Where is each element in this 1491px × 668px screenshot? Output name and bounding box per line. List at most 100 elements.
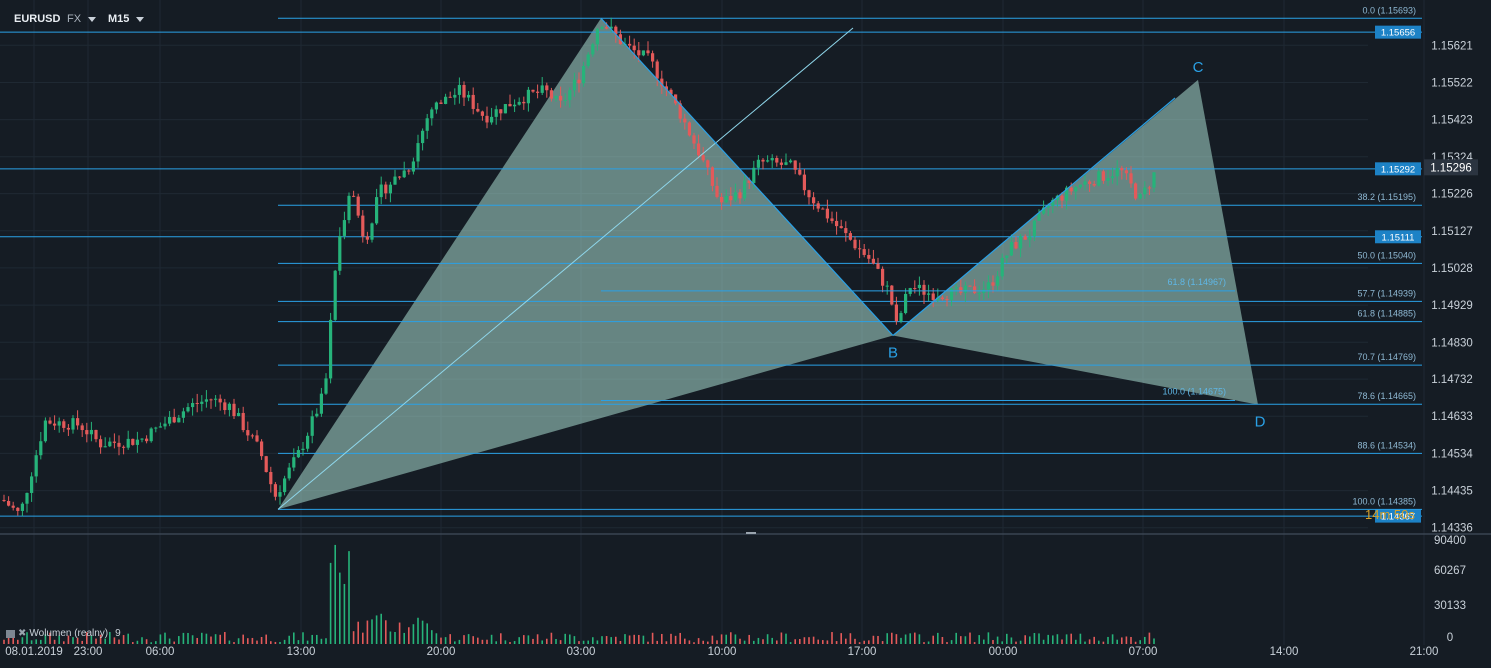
- market-selector[interactable]: FX: [67, 10, 97, 28]
- volume-bar: [178, 636, 180, 644]
- candle-body: [99, 439, 103, 448]
- current-price-value: 1.15296: [1430, 162, 1472, 174]
- volume-bar: [63, 641, 65, 644]
- candle-countdown: 14m 50s: [1365, 507, 1415, 522]
- volume-bar: [145, 639, 148, 644]
- candle-body: [11, 505, 15, 508]
- candle-body: [457, 84, 461, 95]
- candle-body: [770, 158, 774, 161]
- volume-bar: [624, 634, 626, 644]
- candle-body: [1111, 176, 1115, 179]
- volume-bar: [702, 640, 704, 644]
- candle-body: [1134, 183, 1138, 199]
- candle-body: [743, 180, 747, 199]
- candle-body: [76, 418, 80, 426]
- time-tick-label: 00:00: [989, 646, 1018, 658]
- volume-bar: [785, 633, 787, 644]
- volume-bar: [1052, 635, 1054, 644]
- volume-bar: [136, 640, 139, 644]
- candle-body: [526, 89, 530, 104]
- candle-body: [554, 95, 558, 99]
- candle-body: [7, 500, 11, 506]
- volume-bar: [1139, 640, 1141, 644]
- candle-body: [448, 96, 452, 98]
- volume-bar: [1125, 636, 1128, 644]
- volume-bar: [1098, 640, 1100, 644]
- candle-body: [1014, 242, 1018, 249]
- volume-tick-label: 0: [1447, 632, 1453, 644]
- volume-bar: [688, 640, 691, 644]
- candle-body: [62, 421, 66, 428]
- candle-body: [416, 143, 420, 162]
- candle-body: [807, 190, 811, 198]
- volume-bar: [564, 633, 566, 644]
- candle-body: [393, 176, 397, 185]
- candle-body: [628, 43, 632, 46]
- candle-body: [710, 167, 714, 186]
- price-tick-label: 1.14435: [1431, 486, 1473, 498]
- volume-bar: [973, 642, 976, 644]
- candle-body: [1069, 187, 1073, 192]
- timeframe-selector[interactable]: M15: [108, 10, 145, 28]
- candle-body: [30, 476, 34, 493]
- volume-bar: [187, 632, 189, 644]
- price-tick-label: 1.15423: [1431, 115, 1473, 127]
- volume-legend[interactable]: ✖ Wolumen (realny) 9: [6, 628, 121, 639]
- candle-body: [430, 109, 434, 119]
- candle-body: [1097, 171, 1101, 186]
- candle-body: [20, 503, 24, 511]
- candle-body: [577, 79, 581, 84]
- candle-body: [370, 223, 374, 240]
- volume-bar: [467, 634, 470, 644]
- volume-bar: [1001, 641, 1003, 644]
- symbol-label[interactable]: EURUSD: [14, 10, 60, 28]
- volume-bar: [486, 639, 488, 644]
- candle-body: [398, 176, 402, 178]
- candle-body: [1115, 167, 1119, 177]
- volume-bar: [992, 640, 994, 644]
- candle-body: [273, 484, 277, 497]
- candle-body: [1078, 184, 1082, 188]
- volume-bar: [679, 632, 681, 644]
- volume-bar: [587, 640, 589, 644]
- volume-bar: [743, 640, 746, 644]
- candle-body: [917, 284, 921, 289]
- candle-body: [798, 169, 802, 175]
- volume-bar: [822, 640, 824, 644]
- candle-body: [117, 442, 121, 447]
- candle-body: [632, 45, 636, 51]
- candle-body: [651, 53, 655, 62]
- price-chart[interactable]: 1.156561.152921.151111.14367 0.0 (1.1569…: [0, 0, 1491, 668]
- volume-bar: [403, 632, 405, 644]
- volume-bar: [490, 634, 493, 644]
- close-icon[interactable]: ✖: [18, 628, 26, 639]
- candle-body: [646, 50, 650, 54]
- volume-bar: [1019, 640, 1022, 644]
- candle-body: [977, 292, 981, 294]
- volume-bar: [412, 624, 415, 644]
- volume-bar: [214, 634, 217, 644]
- candle-body: [641, 50, 645, 56]
- candle-body: [260, 441, 264, 457]
- candle-body: [177, 417, 181, 423]
- volume-bar: [104, 638, 106, 644]
- volume-bar: [398, 622, 401, 644]
- volume-bar: [886, 633, 888, 644]
- candle-body: [1088, 181, 1092, 184]
- candle-body: [720, 196, 724, 203]
- volume-bar: [1148, 632, 1151, 644]
- volume-bar: [868, 640, 870, 644]
- candle-body: [812, 197, 816, 204]
- candle-body: [306, 435, 310, 449]
- candle-body: [1028, 236, 1032, 240]
- candle-body: [57, 421, 61, 426]
- volume-bar: [674, 635, 677, 644]
- candle-body: [25, 492, 29, 504]
- candle-body: [605, 27, 609, 29]
- volume-bar: [81, 640, 83, 644]
- settings-icon[interactable]: [6, 629, 15, 638]
- volume-bar: [569, 634, 571, 644]
- candle-body: [434, 102, 438, 110]
- time-tick-label: 23:00: [74, 646, 103, 658]
- candle-body: [214, 398, 218, 400]
